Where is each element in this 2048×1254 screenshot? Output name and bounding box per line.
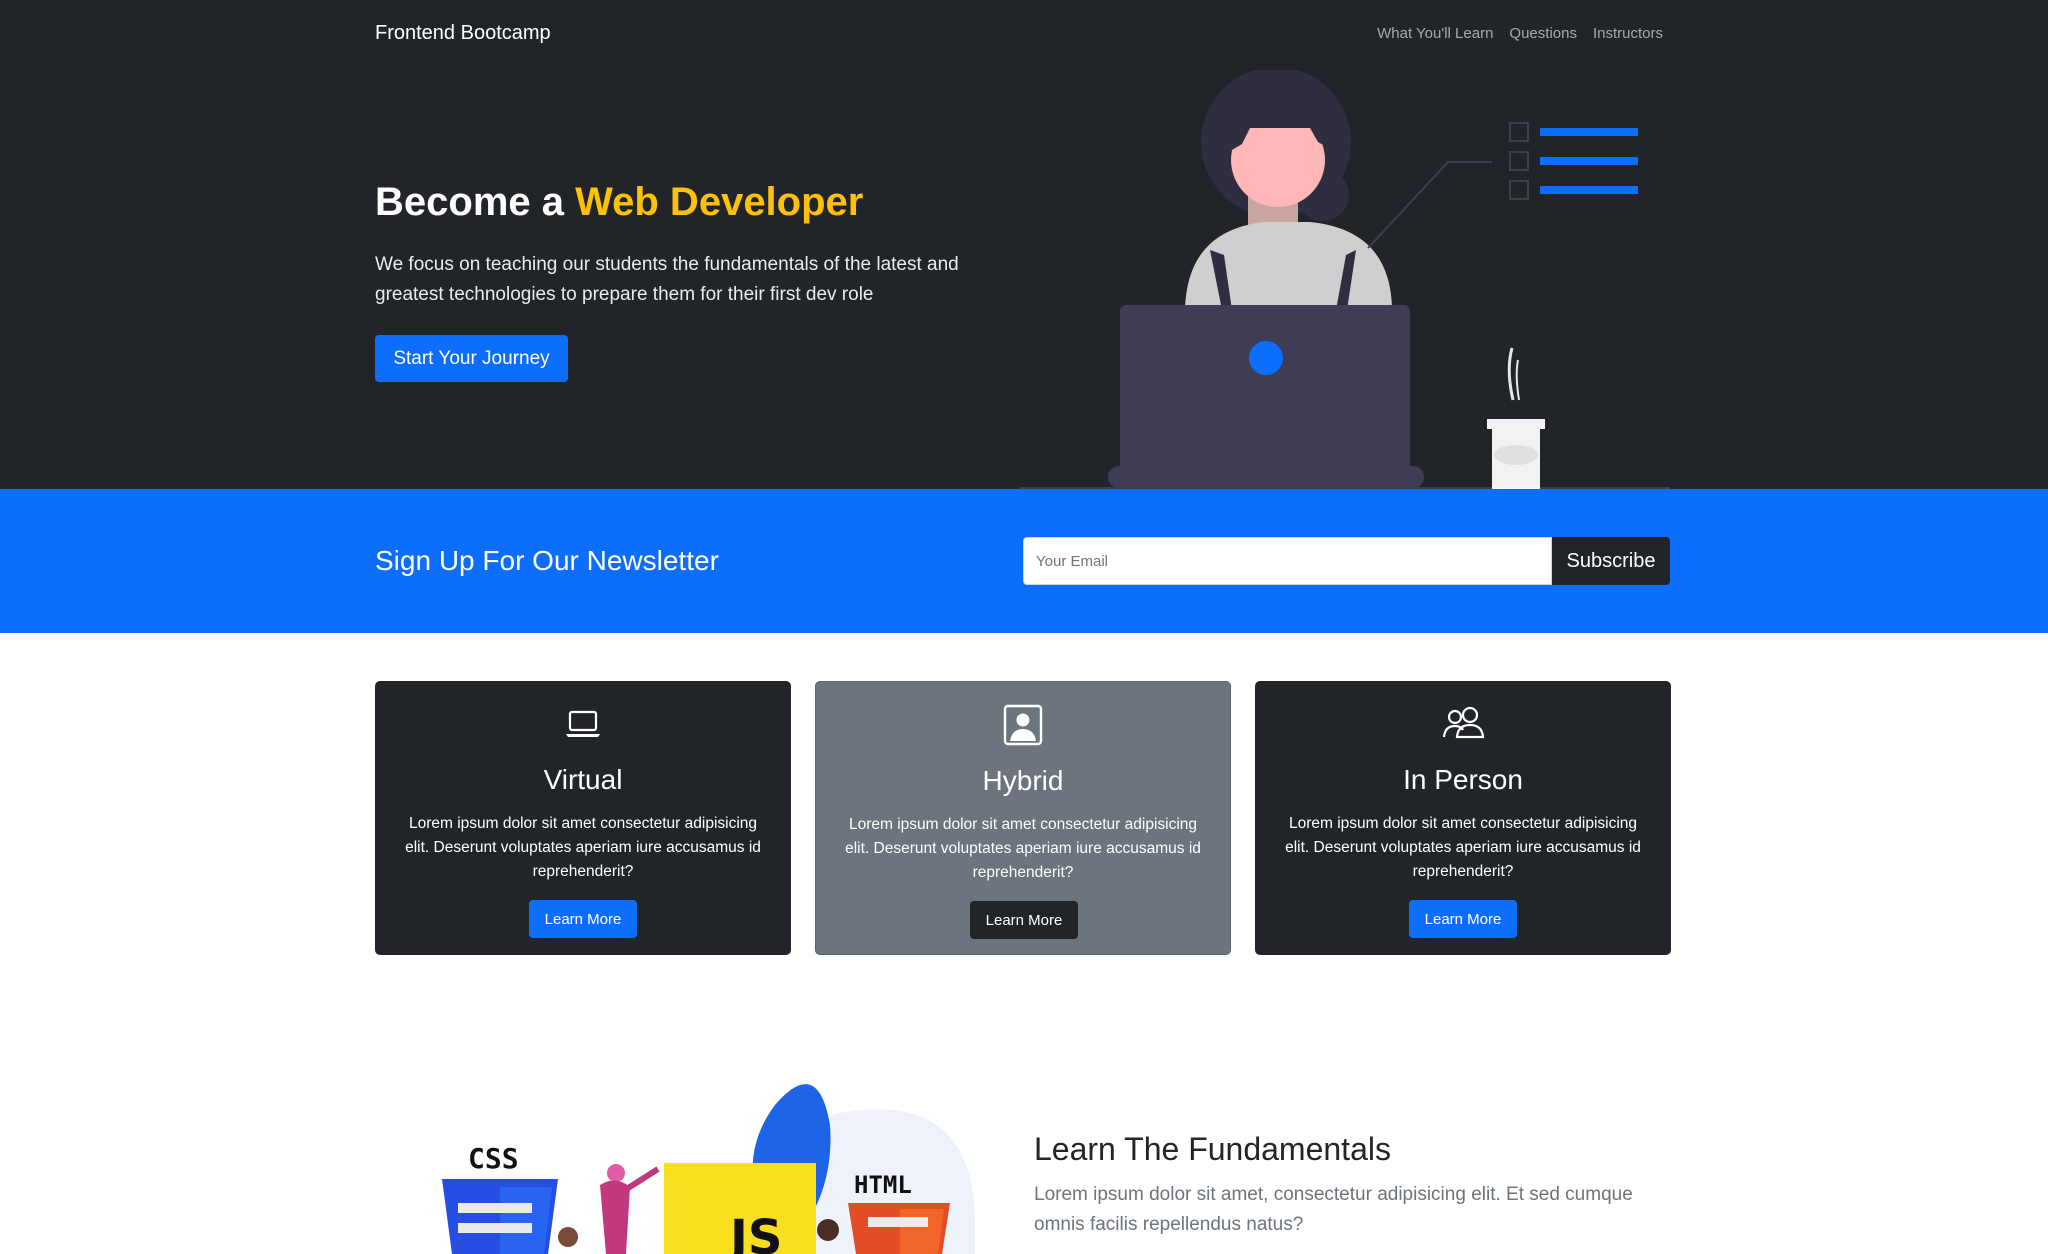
nav-link-instructors[interactable]: Instructors <box>1593 25 1663 42</box>
hero-description: We focus on teaching our students the fu… <box>375 254 959 305</box>
card-in-person: In Person Lorem ipsum dolor sit amet con… <box>1255 681 1671 955</box>
newsletter-title: Sign Up For Our Newsletter <box>375 545 719 576</box>
brand-logo[interactable]: Frontend Bootcamp <box>375 22 551 45</box>
hero-section: Become a Web Developer We focus on teach… <box>0 70 2048 489</box>
card-text: Lorem ipsum dolor sit amet consectetur a… <box>845 816 1201 881</box>
js-logo-label: JS <box>727 1210 782 1254</box>
subscribe-button[interactable]: Subscribe <box>1552 537 1670 585</box>
card-virtual: Virtual Lorem ipsum dolor sit amet conse… <box>375 681 791 955</box>
card-hybrid: Hybrid Lorem ipsum dolor sit amet consec… <box>815 681 1231 955</box>
learn-more-button[interactable]: Learn More <box>529 900 637 938</box>
learn-title: Learn The Fundamentals <box>1034 1131 1391 1167</box>
html-logo-label: HTML <box>854 1171 912 1199</box>
learn-description: Lorem ipsum dolor sit amet, consectetur … <box>1034 1184 1633 1235</box>
hero-title-prefix: Become a <box>375 180 576 224</box>
nav-link-questions[interactable]: Questions <box>1509 25 1577 42</box>
fundamentals-illustration: CSS JS HTML <box>442 1084 975 1254</box>
laptop-icon <box>375 703 791 745</box>
learn-more-button[interactable]: Learn More <box>1409 900 1517 938</box>
developer-illustration <box>1020 70 1670 489</box>
hero-title-accent: Web Developer <box>575 180 864 224</box>
learn-more-button[interactable]: Learn More <box>970 901 1078 939</box>
hero-title: Become a Web Developer <box>375 180 863 225</box>
card-title: Virtual <box>543 764 623 795</box>
boxes-section: Virtual Lorem ipsum dolor sit amet conse… <box>375 681 1671 955</box>
newsletter-section: Sign Up For Our Newsletter Subscribe <box>0 489 2048 633</box>
nav-link-what-youll-learn[interactable]: What You'll Learn <box>1377 25 1493 42</box>
card-title: In Person <box>1403 764 1523 795</box>
start-journey-button[interactable]: Start Your Journey <box>375 335 568 382</box>
css-logo-label: CSS <box>468 1142 519 1175</box>
card-text: Lorem ipsum dolor sit amet consectetur a… <box>1285 815 1641 880</box>
navbar: Frontend Bootcamp What You'll Learn Ques… <box>0 0 2048 70</box>
card-title: Hybrid <box>982 765 1064 796</box>
card-text: Lorem ipsum dolor sit amet consectetur a… <box>405 815 761 880</box>
email-input[interactable] <box>1023 537 1552 585</box>
nav-links: What You'll Learn Questions Instructors <box>1377 25 1663 42</box>
people-icon <box>1255 703 1671 745</box>
person-square-icon <box>816 704 1230 746</box>
